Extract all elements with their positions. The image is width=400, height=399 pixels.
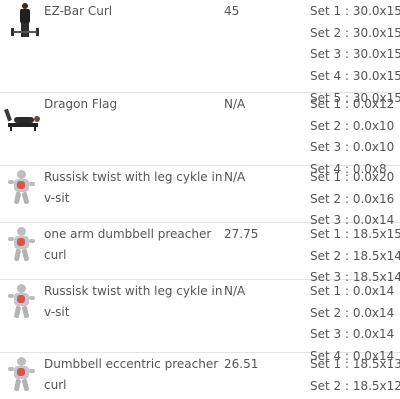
exercise-name[interactable]: Dumbbell eccentric preacher curl [44,353,224,399]
workout-log: EZ-Bar Curl 45 Set 1 : 30.0x15 Set 2 : 3… [0,0,400,399]
set-list: Set 1 : 0.0x20 Set 2 : 0.0x16 Set 3 : 0.… [310,166,400,227]
muscle-figure-icon [8,227,36,262]
exercise-weight: 45 [224,4,240,18]
exercise-name[interactable]: Russisk twist with leg cykle in v-sit [44,166,224,222]
exercise-row[interactable]: Russisk twist with leg cykle in v-sit N/… [0,279,400,363]
set-entry: Set 1 : 0.0x12 [310,97,395,111]
exercise-name[interactable]: one arm dumbbell preacher curl [44,223,224,279]
set-entry: Set 1 : 18.5x13 [310,357,400,371]
exercise-weight: 27.75 [224,227,259,241]
exercise-row[interactable]: EZ-Bar Curl 45 Set 1 : 30.0x15 Set 2 : 3… [0,0,400,105]
exercise-row[interactable]: Dumbbell eccentric preacher curl 26.51 S… [0,352,400,399]
set-list: Set 1 : 18.5x15 Set 2 : 18.5x14 Set 3 : … [310,223,400,284]
exercise-row[interactable]: Dragon Flag N/A Set 1 : 0.0x12 Set 2 : 0… [0,92,400,176]
set-entry: Set 4 : 30.0x15 [310,69,400,84]
set-list: Set 1 : 18.5x13 Set 2 : 18.5x12 [310,353,400,399]
exercise-row[interactable]: one arm dumbbell preacher curl 27.75 Set… [0,222,400,284]
set-list: Set 1 : 0.0x14 Set 2 : 0.0x14 Set 3 : 0.… [310,280,400,363]
exercise-name[interactable]: EZ-Bar Curl [44,0,224,92]
set-entry: Set 2 : 0.0x16 [310,191,395,206]
set-entry: Set 2 : 30.0x15 [310,25,400,40]
set-entry: Set 3 : 0.0x14 [310,327,395,342]
set-entry: Set 1 : 30.0x15 [310,4,400,18]
set-entry: Set 2 : 0.0x10 [310,118,395,133]
set-list: Set 1 : 0.0x12 Set 2 : 0.0x10 Set 3 : 0.… [310,93,400,176]
exercise-weight: N/A [224,170,246,184]
muscle-figure-icon [8,357,36,392]
exercise-thumbnail[interactable] [0,93,44,165]
set-list: Set 1 : 30.0x15 Set 2 : 30.0x15 Set 3 : … [310,0,400,105]
exercise-weight: N/A [224,284,246,298]
set-entry: Set 2 : 0.0x14 [310,305,395,320]
set-entry: Set 1 : 18.5x15 [310,227,400,241]
exercise-thumbnail[interactable] [0,0,44,92]
set-entry: Set 2 : 18.5x12 [310,378,400,393]
exercise-name[interactable]: Dragon Flag [44,93,224,165]
set-entry: Set 3 : 0.0x10 [310,140,395,155]
set-entry: Set 1 : 0.0x14 [310,284,395,298]
exercise-thumbnail[interactable] [0,280,44,352]
exercise-name[interactable]: Russisk twist with leg cykle in v-sit [44,280,224,352]
exercise-weight: 26.51 [224,357,259,371]
set-entry: Set 3 : 30.0x15 [310,47,400,62]
exercise-row[interactable]: Russisk twist with leg cykle in v-sit N/… [0,165,400,227]
standing-barbell-figure-icon [11,3,39,37]
exercise-weight: N/A [224,97,246,111]
bench-figure-icon [4,108,42,131]
exercise-thumbnail[interactable] [0,353,44,399]
muscle-figure-icon [8,170,36,205]
muscle-figure-icon [8,284,36,319]
set-entry: Set 1 : 0.0x20 [310,170,395,184]
exercise-thumbnail[interactable] [0,223,44,279]
exercise-thumbnail[interactable] [0,166,44,222]
set-entry: Set 2 : 18.5x14 [310,248,400,263]
